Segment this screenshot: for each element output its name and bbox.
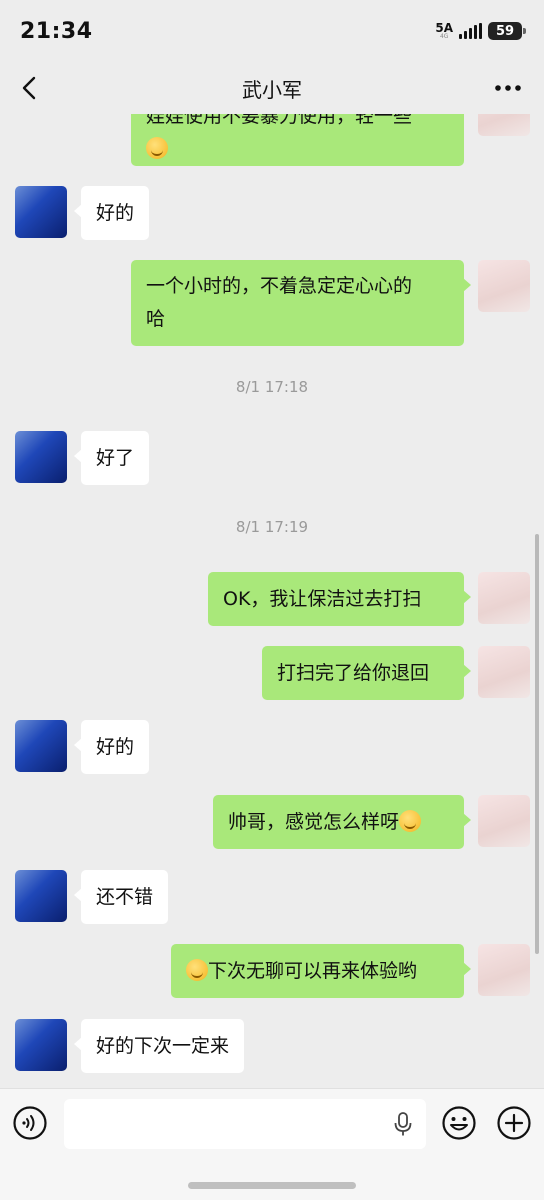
voice-icon	[13, 1106, 47, 1140]
message-text: 好的	[96, 202, 135, 224]
timestamp: 8/1 17:18	[235, 378, 309, 396]
emoji-icon	[146, 137, 168, 159]
avatar[interactable]	[15, 186, 67, 238]
emoji-icon	[399, 810, 422, 832]
mic-button[interactable]	[390, 1111, 416, 1137]
avatar[interactable]	[478, 260, 530, 312]
avatar[interactable]	[478, 795, 530, 847]
voice-button[interactable]	[12, 1105, 48, 1141]
message-text: 下次无聊可以再来体验哟	[208, 960, 418, 982]
avatar[interactable]	[15, 431, 67, 483]
avatar[interactable]	[15, 870, 67, 922]
more-button[interactable]	[492, 72, 524, 104]
avatar[interactable]	[15, 1019, 67, 1071]
chat-title: 武小军	[242, 77, 302, 102]
message-text: 好的	[96, 736, 135, 758]
home-indicator[interactable]	[188, 1182, 356, 1189]
message-outgoing: 娃娃使用不要暴力使用，轻一些	[0, 114, 544, 166]
avatar[interactable]	[478, 944, 530, 996]
message-bubble[interactable]: 好的	[73, 720, 150, 774]
message-input[interactable]	[64, 1099, 426, 1149]
status-time: 21:34	[20, 18, 93, 44]
avatar[interactable]	[478, 572, 530, 624]
emoji-icon	[186, 959, 208, 981]
battery-level: 59	[495, 23, 515, 39]
avatar[interactable]	[478, 646, 530, 698]
more-icon	[495, 85, 521, 91]
message-bubble[interactable]: OK，我让保洁过去打扫	[208, 572, 471, 626]
message-bubble[interactable]: 一个小时的，不着急定定心心的 哈	[131, 260, 471, 346]
status-bar: 21:34 5A 4G 59	[0, 0, 544, 62]
message-bubble[interactable]: 娃娃使用不要暴力使用，轻一些	[131, 114, 464, 166]
emoji-icon	[442, 1106, 476, 1140]
timestamp: 8/1 17:19	[235, 518, 309, 536]
message-text: 哈	[146, 308, 166, 330]
message-bubble[interactable]: 好的	[73, 186, 150, 240]
avatar[interactable]	[15, 720, 67, 772]
message-text: 一个小时的，不着急定定心心的	[146, 275, 413, 297]
message-text: OK，我让保洁过去打扫	[223, 588, 422, 610]
message-bubble[interactable]: 还不错	[73, 870, 169, 924]
chevron-left-icon	[22, 76, 36, 100]
battery-icon: 59	[488, 22, 526, 40]
message-text: 好的下次一定来	[96, 1035, 230, 1057]
mic-icon	[394, 1112, 412, 1136]
status-indicators: 5A 4G 59	[435, 22, 526, 40]
network-indicator: 5A 4G	[435, 22, 453, 40]
network-sub-label: 4G	[439, 33, 449, 40]
message-bubble[interactable]: 好的下次一定来	[73, 1019, 245, 1073]
message-text: 帅哥，感觉怎么样呀	[228, 811, 400, 833]
signal-icon	[459, 23, 482, 39]
message-text: 还不错	[96, 886, 154, 908]
message-text: 好了	[96, 447, 135, 469]
message-bubble[interactable]: 帅哥，感觉怎么样呀	[213, 795, 471, 849]
plus-icon	[497, 1106, 531, 1140]
message-bubble[interactable]: 好了	[73, 431, 150, 485]
plus-button[interactable]	[496, 1105, 532, 1141]
avatar[interactable]	[478, 114, 530, 136]
scrollbar[interactable]	[535, 534, 539, 954]
message-list[interactable]: 娃娃使用不要暴力使用，轻一些 好的 一个小时的，不着急定定心心的 哈 8/1 1…	[0, 114, 544, 1088]
message-bubble[interactable]: 下次无聊可以再来体验哟	[171, 944, 471, 998]
back-button[interactable]	[14, 72, 46, 104]
emoji-button[interactable]	[441, 1105, 477, 1141]
message-text: 娃娃使用不要暴力使用，轻一些	[146, 114, 413, 127]
message-text: 打扫完了给你退回	[277, 662, 430, 684]
message-bubble[interactable]: 打扫完了给你退回	[262, 646, 471, 700]
chat-header: 武小军	[0, 62, 544, 114]
